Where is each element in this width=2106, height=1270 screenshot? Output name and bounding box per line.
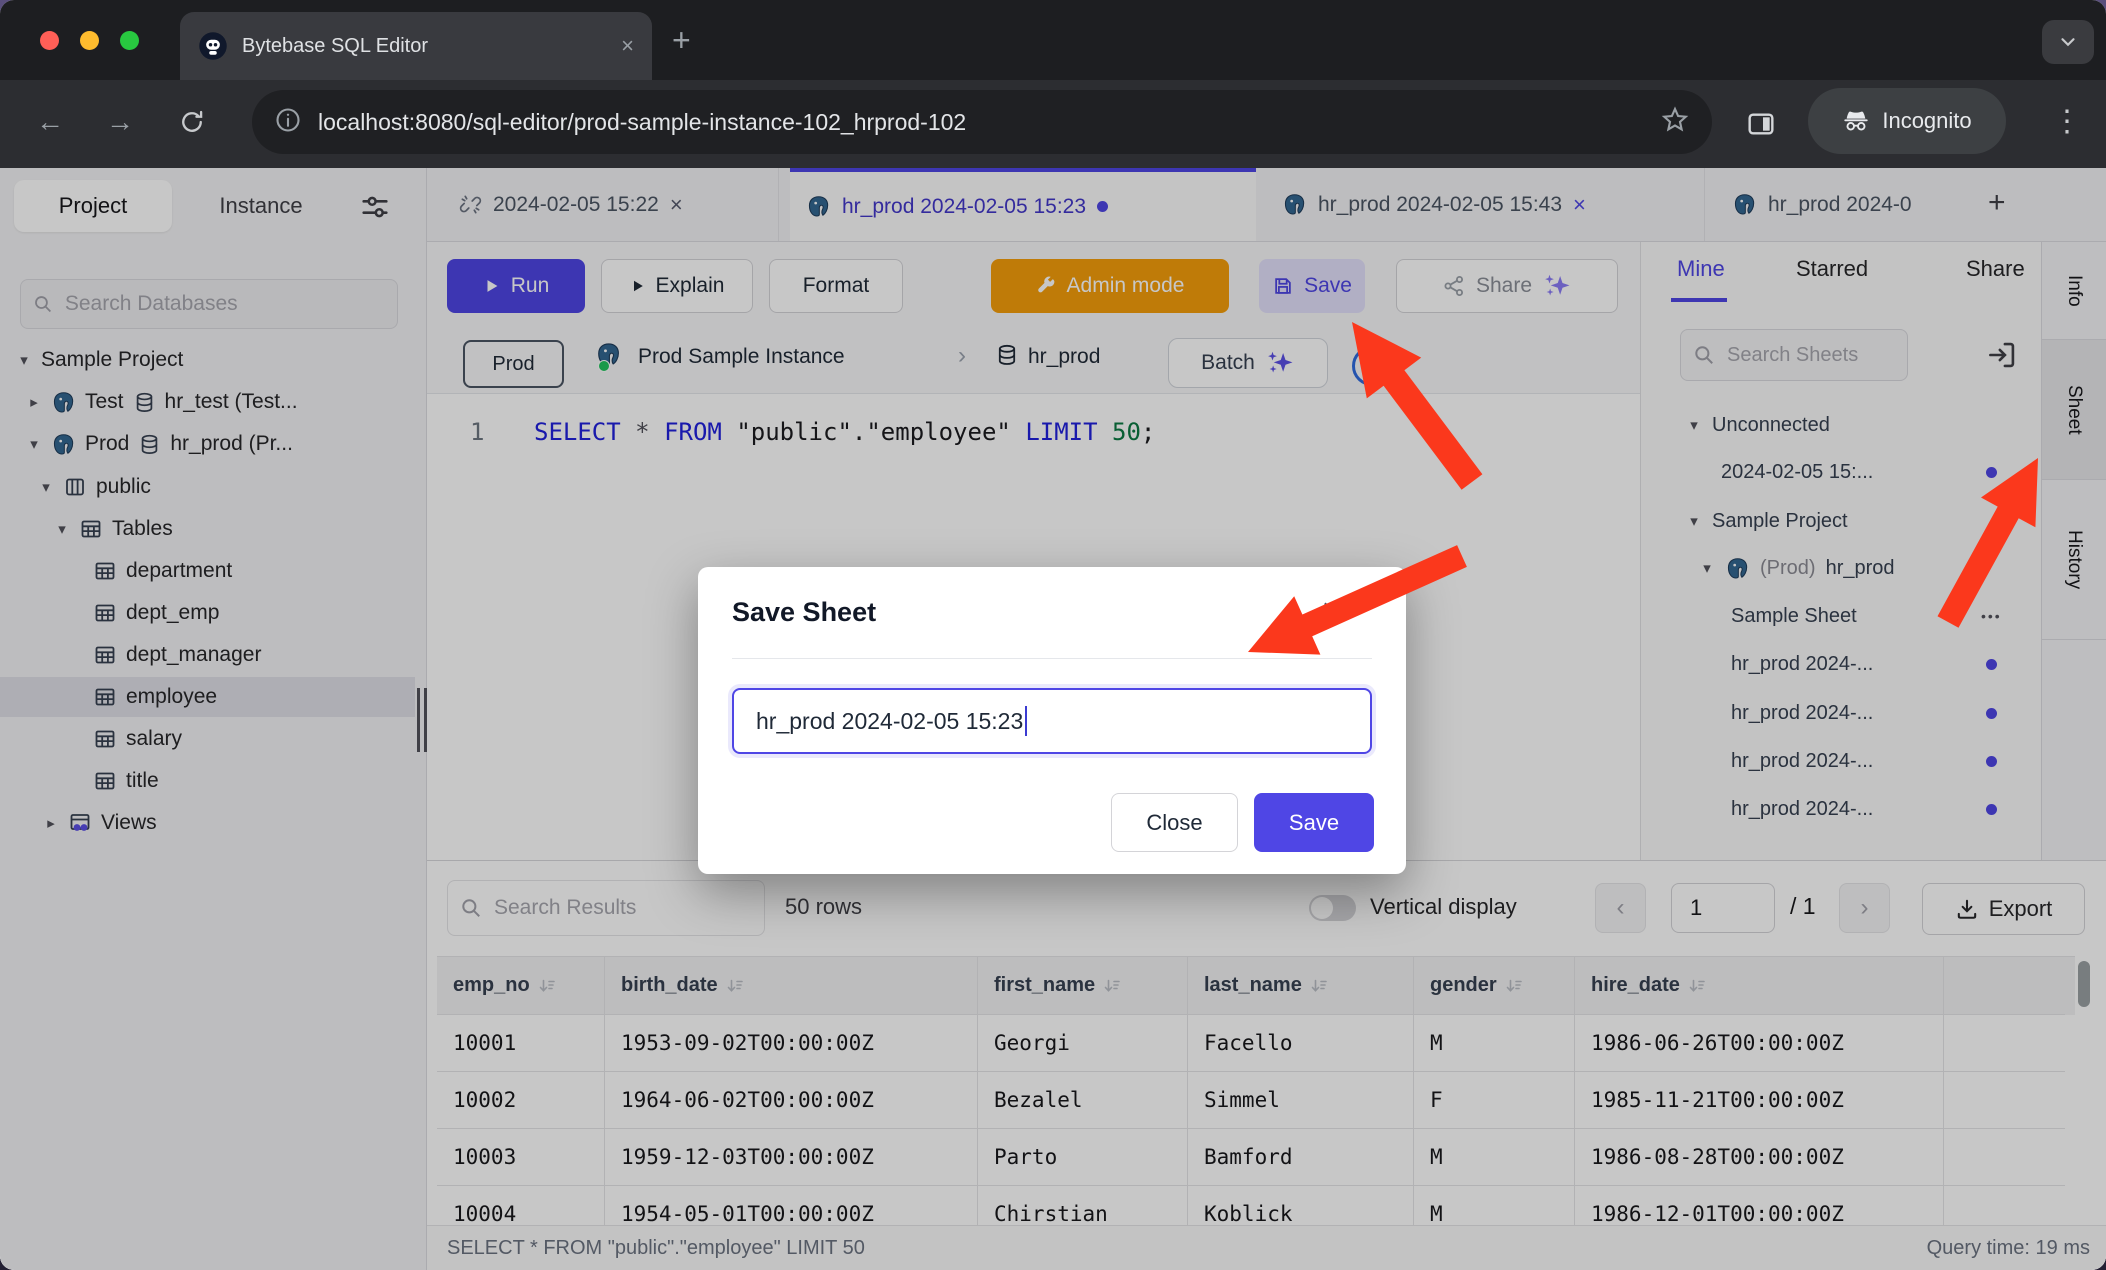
screen: Bytebase SQL Editor × + ← → localhost:80… <box>0 0 2106 1270</box>
save-sheet-modal: Save Sheet × hr_prod 2024-02-05 15:23 Cl… <box>698 567 1406 874</box>
url-bar[interactable]: localhost:8080/sql-editor/prod-sample-in… <box>252 90 1712 154</box>
browser-tab[interactable]: Bytebase SQL Editor × <box>180 12 652 80</box>
new-tab-button[interactable]: + <box>672 22 691 59</box>
browser-toolbar: ← → localhost:8080/sql-editor/prod-sampl… <box>0 80 2106 168</box>
modal-save-button[interactable]: Save <box>1254 793 1374 852</box>
window-close-button[interactable] <box>40 31 59 50</box>
tab-search-button[interactable] <box>2042 20 2094 64</box>
browser-menu-button[interactable]: ⋮ <box>2052 104 2082 139</box>
modal-close-button[interactable]: Close <box>1111 793 1238 852</box>
back-button[interactable]: ← <box>36 106 64 138</box>
side-panel-icon <box>1745 108 1777 140</box>
text-cursor <box>1025 706 1027 736</box>
window-zoom-button[interactable] <box>120 31 139 50</box>
divider <box>732 658 1372 659</box>
site-info-icon[interactable] <box>274 106 302 139</box>
reload-button[interactable] <box>178 108 206 141</box>
browser-tabstrip: Bytebase SQL Editor × + <box>0 0 2106 80</box>
bytebase-favicon <box>198 31 228 61</box>
modal-close-icon[interactable]: × <box>1322 593 1340 627</box>
browser-tab-title: Bytebase SQL Editor <box>242 35 607 58</box>
reload-icon <box>178 108 206 136</box>
side-panel-button[interactable] <box>1745 108 1777 145</box>
bookmark-star-icon[interactable] <box>1660 105 1690 140</box>
window-minimize-button[interactable] <box>80 31 99 50</box>
sheet-name-input[interactable]: hr_prod 2024-02-05 15:23 <box>732 688 1372 754</box>
incognito-badge: Incognito <box>1808 88 2006 154</box>
incognito-label: Incognito <box>1882 108 1971 134</box>
url-text: localhost:8080/sql-editor/prod-sample-in… <box>318 109 1644 136</box>
tab-close-icon[interactable]: × <box>621 33 634 59</box>
modal-title: Save Sheet <box>732 597 876 628</box>
incognito-icon <box>1842 107 1870 135</box>
chevron-down-icon <box>2057 31 2079 53</box>
forward-button[interactable]: → <box>106 106 134 138</box>
